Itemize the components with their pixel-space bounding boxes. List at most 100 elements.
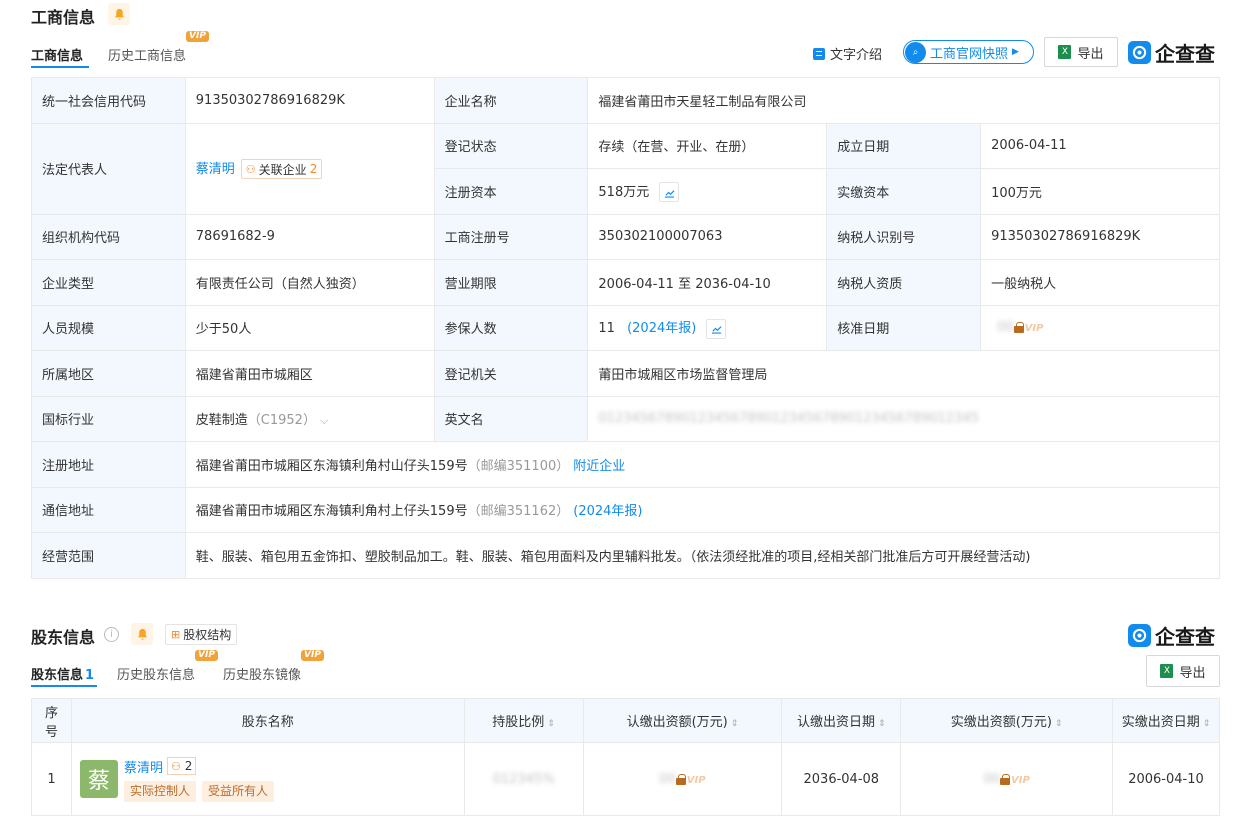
- col-paid-date[interactable]: 实缴出资日期 ⇕: [1112, 698, 1220, 743]
- industry-cell[interactable]: 皮鞋制造（C1952） ⌵: [184, 395, 435, 442]
- assoc-company-tag[interactable]: ⚇ 关联企业 2: [240, 159, 323, 180]
- equity-structure-button[interactable]: ⊞ 股权结构: [165, 624, 238, 645]
- text-intro-label: 文字介绍: [830, 48, 883, 63]
- insured-report-link[interactable]: (2024年报): [627, 321, 696, 336]
- col-sub-amount[interactable]: 认缴出资额(万元) ⇕: [582, 698, 783, 743]
- value-industry: 皮鞋制造: [195, 413, 248, 429]
- value-tax-qual: 一般纳税人: [980, 259, 1220, 306]
- lock-icon: [1000, 773, 1010, 785]
- label-org-code: 组织机构代码: [31, 213, 186, 260]
- text-intro-link[interactable]: 文字介绍: [813, 44, 882, 63]
- sub-amount-locked[interactable]: 00 VIP: [582, 742, 783, 816]
- label-company-type: 企业类型: [31, 259, 186, 306]
- label-term: 营业期限: [433, 259, 589, 306]
- bell-icon[interactable]: [108, 3, 130, 25]
- tab-business-info[interactable]: 工商信息: [31, 45, 83, 64]
- label-staff: 人员规模: [31, 304, 186, 351]
- snapshot-button[interactable]: ⌕ 工商官网快照 ▶: [903, 40, 1034, 64]
- nearby-companies-link[interactable]: 附近企业: [573, 459, 625, 474]
- tag-beneficial-owner: 受益所有人: [202, 780, 275, 802]
- col-ratio[interactable]: 持股比例 ⇕: [463, 698, 584, 743]
- value-paid-date: 2006-04-10: [1112, 742, 1220, 816]
- chevron-down-icon[interactable]: ⌵: [320, 414, 328, 427]
- tab-history-shareholder-mirror[interactable]: 历史股东镜像: [223, 664, 301, 683]
- value-company-name: 福建省莆田市天星轻工制品有限公司: [587, 77, 1220, 124]
- shareholder-cell: 蔡 蔡清明 ⚇ 2 实际控制人 受益所有人: [70, 742, 465, 816]
- value-paid-capital: 100万元: [980, 168, 1220, 215]
- value-sub-date: 2036-04-08: [781, 742, 902, 816]
- network-icon: ⚇: [171, 760, 181, 773]
- value-insured: 11: [598, 321, 615, 336]
- table-row: 1 蔡 蔡清明 ⚇ 2 实际控制人 受益所有人 012345% 00 VIP 203…: [31, 742, 1220, 816]
- org-chart-icon: ⊞: [171, 628, 181, 641]
- value-reg-capital: 518万元: [598, 184, 650, 200]
- equity-structure-label: 股权结构: [183, 628, 232, 642]
- industry-code: （C1952）: [247, 413, 316, 429]
- label-company-name: 企业名称: [433, 77, 589, 124]
- col-sub-date[interactable]: 认缴出资日期 ⇕: [781, 698, 902, 743]
- export-button[interactable]: X 导出: [1044, 37, 1118, 67]
- value-reg-no: 350302100007063: [587, 213, 828, 260]
- english-name-locked[interactable]: 0123456789012345678901234567890123456789…: [587, 395, 1220, 442]
- qcc-logo: 企查查: [1128, 621, 1215, 650]
- col-paid-amount[interactable]: 实缴出资额(万元) ⇕: [900, 698, 1114, 743]
- document-icon: [813, 47, 825, 60]
- snapshot-label: 工商官网快照: [930, 46, 1009, 62]
- trend-chart-icon[interactable]: [706, 318, 727, 339]
- tab-history-shareholders[interactable]: 历史股东信息: [117, 664, 195, 683]
- label-est-date: 成立日期: [826, 122, 982, 169]
- label-industry: 国标行业: [31, 395, 186, 442]
- vip-badge: VIP: [301, 650, 324, 661]
- trend-chart-icon[interactable]: [659, 182, 680, 202]
- mail-zip: （邮编351162）: [467, 504, 570, 520]
- label-reg-address: 注册地址: [31, 441, 186, 488]
- vip-badge: VIP: [195, 650, 218, 661]
- label-taxpayer-id: 纳税人识别号: [826, 213, 982, 260]
- shareholder-name-link[interactable]: 蔡清明: [124, 757, 163, 776]
- reg-address-cell: 福建省莆田市城厢区东海镇利角村山仔头159号（邮编351100） 附近企业: [184, 441, 1221, 488]
- qcc-logo-icon: [1128, 624, 1151, 647]
- value-scope: 鞋、服装、箱包用五金饰扣、塑胶制品加工。鞋、服装、箱包用面料及内里辅料批发。（依…: [184, 532, 1221, 579]
- approve-date-locked[interactable]: 00 VIP: [980, 304, 1220, 351]
- info-icon[interactable]: i: [104, 627, 119, 642]
- avatar: 蔡: [79, 760, 118, 798]
- tag-actual-controller: 实际控制人: [123, 780, 196, 802]
- sort-icon: ⇕: [1202, 719, 1211, 729]
- label-paid-capital: 实缴资本: [826, 168, 982, 215]
- label-mail-address: 通信地址: [31, 486, 186, 533]
- vip-badge: VIP: [186, 31, 209, 42]
- value-reg-address: 福建省莆田市城厢区东海镇利角村山仔头159号: [195, 458, 468, 474]
- assoc-count-tag[interactable]: ⚇ 2: [167, 757, 197, 775]
- tab-underline: [31, 66, 89, 68]
- label-legal-rep: 法定代表人: [31, 122, 186, 215]
- label-reg-no: 工商注册号: [433, 213, 589, 260]
- label-region: 所属地区: [31, 350, 186, 397]
- bell-icon[interactable]: [131, 623, 153, 645]
- export-button[interactable]: X 导出: [1146, 655, 1220, 687]
- arrow-right-icon: ▶: [1012, 47, 1019, 57]
- shareholder-table: 序号 股东名称 持股比例 ⇕ 认缴出资额(万元) ⇕ 认缴出资日期 ⇕ 实缴出资额(万…: [31, 698, 1220, 816]
- export-label: 导出: [1179, 665, 1206, 681]
- sort-icon: ⇕: [547, 719, 555, 729]
- value-term: 2006-04-11 至 2036-04-10: [587, 259, 828, 306]
- excel-icon: X: [1160, 664, 1174, 678]
- excel-icon: X: [1058, 45, 1072, 59]
- legal-rep-link[interactable]: 蔡清明: [196, 162, 235, 177]
- business-info-table: 统一社会信用代码 91350302786916829K 企业名称 福建省莆田市天…: [31, 77, 1221, 579]
- qcc-logo-icon: [1128, 41, 1151, 64]
- mail-report-link[interactable]: (2024年报): [573, 504, 642, 519]
- value-region: 福建省莆田市城厢区: [184, 350, 435, 397]
- insured-cell: 11 (2024年报): [587, 304, 828, 351]
- qcc-brand-text: 企查查: [1155, 625, 1215, 649]
- lock-icon: [1013, 322, 1024, 334]
- tab-shareholders[interactable]: 股东信息 1: [31, 664, 94, 683]
- ratio-locked[interactable]: 012345%: [463, 742, 584, 816]
- label-authority: 登记机关: [433, 350, 589, 397]
- qcc-logo: 企查查: [1128, 38, 1215, 67]
- tab-history-business[interactable]: 历史工商信息: [108, 45, 186, 64]
- value-org-code: 78691682-9: [184, 213, 435, 260]
- label-english-name: 英文名: [433, 395, 589, 442]
- mail-address-cell: 福建省莆田市城厢区东海镇利角村上仔头159号（邮编351162） (2024年报): [184, 486, 1221, 533]
- paid-amount-locked[interactable]: 00 VIP: [900, 742, 1114, 816]
- label-reg-status: 登记状态: [433, 122, 589, 169]
